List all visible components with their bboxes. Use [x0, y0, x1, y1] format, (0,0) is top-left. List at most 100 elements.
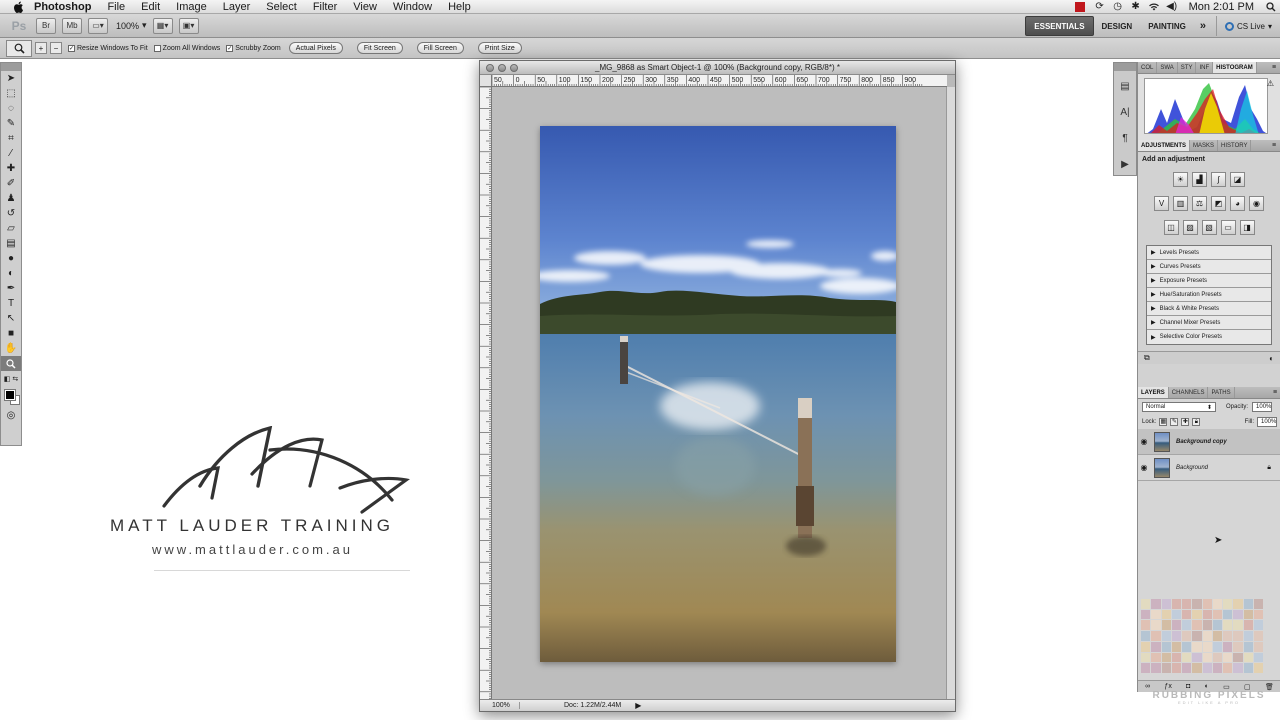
- lock-all-icon[interactable]: 🔒︎: [1192, 418, 1201, 426]
- vertical-scrollbar[interactable]: [946, 87, 955, 701]
- spotlight-icon[interactable]: [1262, 1, 1280, 13]
- minimize-window-icon[interactable]: [498, 64, 506, 72]
- lock-pixels-icon[interactable]: ✎: [1170, 418, 1179, 426]
- menu-window[interactable]: Window: [385, 0, 440, 14]
- fill-field[interactable]: 100%: [1257, 417, 1277, 427]
- vertical-ruler[interactable]: [480, 87, 492, 701]
- photo-filter-icon[interactable]: ◕: [1230, 196, 1245, 211]
- extras-button[interactable]: ▭▾: [88, 17, 108, 34]
- tab-paths[interactable]: PATHS: [1208, 387, 1235, 398]
- color-swatches[interactable]: [1, 386, 21, 408]
- preset-curves[interactable]: ▶ Curves Presets: [1147, 260, 1271, 274]
- tab-history[interactable]: HISTORY: [1218, 140, 1252, 151]
- fill-screen-button[interactable]: Fill Screen: [416, 42, 464, 54]
- crop-tool-icon[interactable]: ⌗: [1, 131, 21, 146]
- menu-view[interactable]: View: [345, 0, 385, 14]
- brush-tool-icon[interactable]: ✐: [1, 176, 21, 191]
- time-machine-icon[interactable]: ◷: [1109, 1, 1127, 13]
- tab-layers[interactable]: LAYERS: [1138, 387, 1169, 398]
- cs-live-button[interactable]: CS Live ▾: [1215, 16, 1280, 36]
- layer-mask-icon[interactable]: ◘: [1186, 683, 1190, 690]
- marquee-tool-icon[interactable]: ⬚: [1, 86, 21, 101]
- menu-clock[interactable]: Mon 2:01 PM: [1181, 1, 1262, 13]
- paragraph-panel-icon[interactable]: ¶: [1114, 127, 1136, 149]
- wifi-icon[interactable]: [1145, 1, 1163, 13]
- layer-style-icon[interactable]: ƒx: [1164, 683, 1171, 690]
- quick-selection-tool-icon[interactable]: ✎: [1, 116, 21, 131]
- foreground-color-swatch[interactable]: [4, 389, 16, 401]
- workspace-design[interactable]: DESIGN: [1094, 16, 1141, 36]
- menu-app-photoshop[interactable]: Photoshop: [26, 0, 99, 14]
- preset-levels[interactable]: ▶ Levels Presets: [1147, 246, 1271, 260]
- menu-filter[interactable]: Filter: [305, 0, 345, 14]
- arrange-documents-button[interactable]: ▦▾: [152, 17, 173, 34]
- preset-black-white[interactable]: ▶ Black & White Presets: [1147, 302, 1271, 316]
- tab-color[interactable]: COL: [1138, 62, 1158, 73]
- scrubby-zoom-checkbox[interactable]: ✓ Scrubby Zoom: [226, 44, 281, 52]
- print-size-button[interactable]: Print Size: [477, 42, 522, 54]
- clone-stamp-tool-icon[interactable]: ♟: [1, 191, 21, 206]
- document-title-bar[interactable]: _MG_9868 as Smart Object-1 @ 100% (Backg…: [480, 61, 955, 75]
- lasso-tool-icon[interactable]: ◌: [1, 101, 21, 116]
- zoom-tool-preset-icon[interactable]: [6, 39, 32, 57]
- preset-channel-mixer[interactable]: ▶ Channel Mixer Presets: [1147, 316, 1271, 330]
- character-panel-icon[interactable]: A|: [1114, 101, 1136, 123]
- workspace-essentials[interactable]: ESSENTIALS: [1025, 16, 1094, 36]
- gradient-tool-icon[interactable]: ▤: [1, 236, 21, 251]
- type-tool-icon[interactable]: T: [1, 296, 21, 311]
- menu-layer[interactable]: Layer: [215, 0, 259, 14]
- black-white-icon[interactable]: ◩: [1211, 196, 1226, 211]
- tab-histogram[interactable]: HISTOGRAM: [1213, 62, 1257, 73]
- zoom-out-icon[interactable]: −: [50, 42, 62, 54]
- visibility-eye-icon[interactable]: ◉: [1138, 463, 1150, 472]
- panel-menu-icon[interactable]: ≡: [1269, 387, 1280, 398]
- bridge-button[interactable]: Br: [36, 17, 56, 34]
- selective-color-icon[interactable]: ◨: [1239, 220, 1255, 235]
- posterize-icon[interactable]: ▨: [1182, 220, 1198, 235]
- zoom-all-windows-checkbox[interactable]: Zoom All Windows: [153, 44, 220, 52]
- layer-row-background[interactable]: ◉ Background 🔒︎: [1138, 455, 1280, 481]
- red-status-icon[interactable]: [1074, 1, 1085, 12]
- menu-help[interactable]: Help: [440, 0, 479, 14]
- warning-icon[interactable]: ⚠: [1267, 79, 1274, 88]
- menu-file[interactable]: File: [99, 0, 133, 14]
- lock-position-icon[interactable]: ✚: [1181, 418, 1190, 426]
- link-layers-icon[interactable]: ∞: [1145, 683, 1150, 690]
- exposure-icon[interactable]: ◪: [1230, 172, 1245, 187]
- ruler-origin[interactable]: [480, 75, 492, 87]
- dodge-tool-icon[interactable]: ◐: [1, 266, 21, 281]
- eyedropper-tool-icon[interactable]: ⁄: [1, 146, 21, 161]
- blur-tool-icon[interactable]: ●: [1, 251, 21, 266]
- tab-styles[interactable]: STY: [1178, 62, 1197, 73]
- curves-icon[interactable]: ∫: [1211, 172, 1226, 187]
- zoom-level-select[interactable]: 100% ▾: [116, 20, 147, 31]
- horizontal-ruler[interactable]: 50 0 50 100 150 200 250 300 350 400 450 500 550 600 65…: [492, 75, 947, 87]
- hue-saturation-icon[interactable]: ▥: [1173, 196, 1188, 211]
- color-balance-icon[interactable]: ⚖: [1192, 196, 1207, 211]
- fit-screen-button[interactable]: Fit Screen: [356, 42, 403, 54]
- quick-mask-icon[interactable]: ◎: [1, 408, 21, 423]
- vibrance-icon[interactable]: V: [1154, 196, 1169, 211]
- bluetooth-icon[interactable]: ✱: [1127, 1, 1145, 13]
- workspace-painting[interactable]: PAINTING: [1140, 16, 1194, 36]
- channel-mixer-icon[interactable]: ◉: [1249, 196, 1264, 211]
- levels-icon[interactable]: ▟: [1192, 172, 1207, 187]
- clip-to-layer-icon[interactable]: ⧉: [1144, 353, 1150, 363]
- status-zoom[interactable]: 100%: [480, 702, 520, 709]
- preset-hue-saturation[interactable]: ▶ Hue/Saturation Presets: [1147, 288, 1271, 302]
- zoom-tool-icon[interactable]: [1, 356, 21, 371]
- status-doc-size[interactable]: Doc: 1.22M/2.44M: [520, 702, 621, 709]
- history-brush-tool-icon[interactable]: ↺: [1, 206, 21, 221]
- zoom-in-icon[interactable]: +: [35, 42, 47, 54]
- brightness-contrast-icon[interactable]: ☀: [1173, 172, 1188, 187]
- blend-mode-select[interactable]: Normal ⬍: [1142, 402, 1216, 412]
- mini-bridge-button[interactable]: Mb: [62, 17, 82, 34]
- adjustment-layer-icon[interactable]: ◐: [1205, 683, 1209, 690]
- default-colors-icon[interactable]: ◧ ⇆: [1, 371, 21, 386]
- volume-icon[interactable]: ◀): [1163, 1, 1181, 13]
- logo-url[interactable]: www.mattlauder.com.au: [152, 542, 353, 557]
- tab-swatches[interactable]: SWA: [1157, 62, 1178, 73]
- invert-icon[interactable]: ◫: [1163, 220, 1179, 235]
- panel-menu-icon[interactable]: ≡: [1268, 140, 1280, 151]
- close-window-icon[interactable]: [486, 64, 494, 72]
